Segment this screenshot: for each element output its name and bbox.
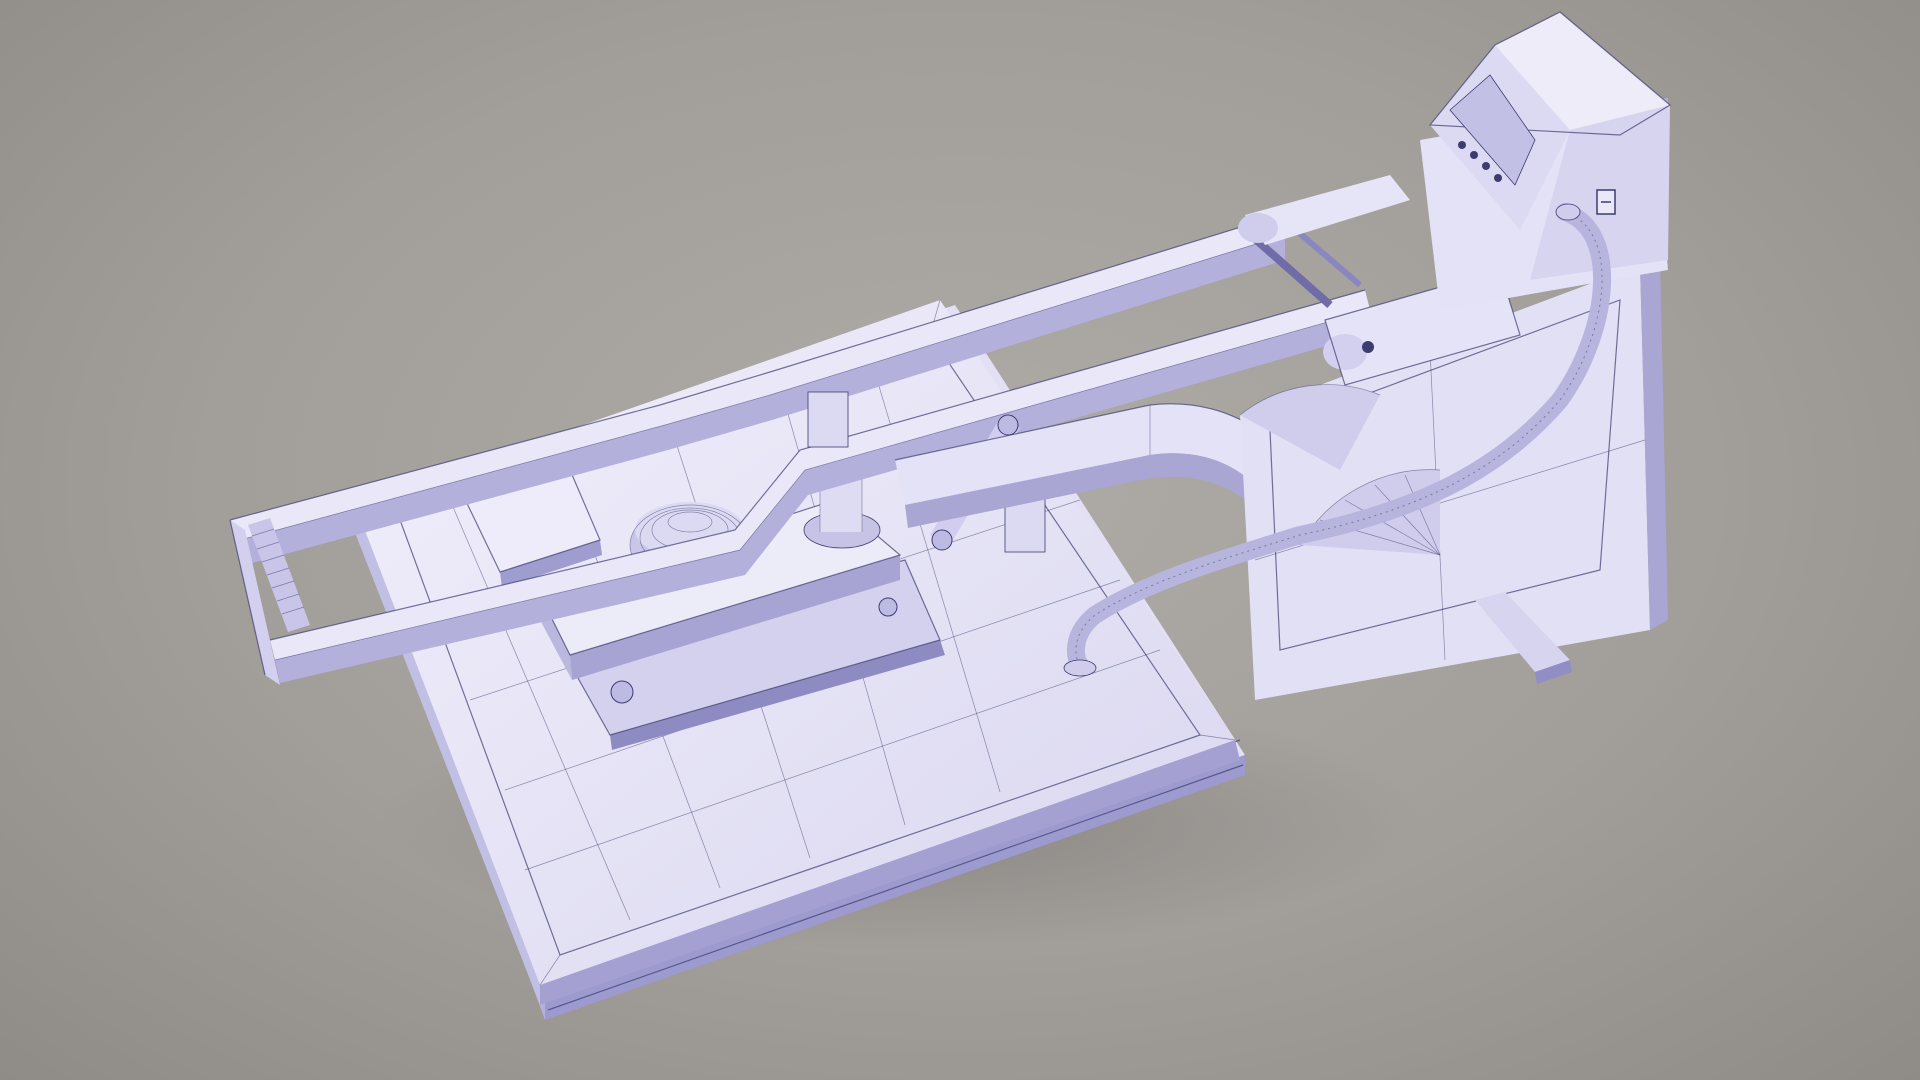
control-tower [1420, 11, 1672, 310]
bolt-icon [878, 597, 898, 617]
control-button[interactable] [1482, 162, 1490, 170]
bolt-icon [610, 680, 634, 704]
pivot-hole-icon [1362, 341, 1374, 353]
arm-bracket [807, 391, 849, 448]
control-button[interactable] [1494, 174, 1502, 182]
top-rail [1238, 175, 1410, 245]
heat-press-model [229, 11, 1672, 1020]
control-button[interactable] [1470, 151, 1478, 159]
control-button[interactable] [1458, 141, 1466, 149]
render-viewport [0, 0, 1920, 1080]
